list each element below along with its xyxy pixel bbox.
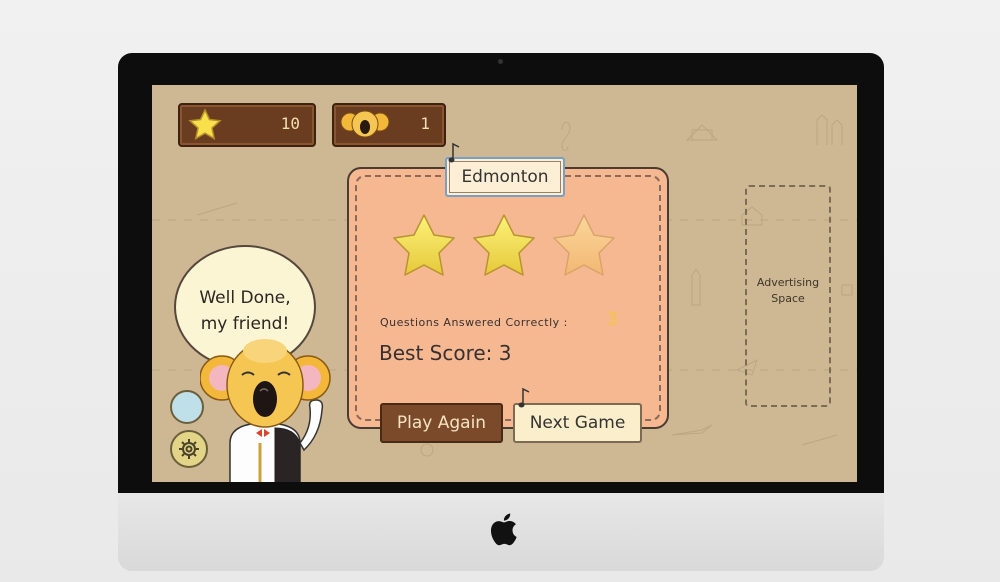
game-screen: 10 1 Edmonton Questions Answered Correct… [152, 85, 857, 482]
ad-line-1: Advertising [756, 276, 820, 289]
play-again-button[interactable]: Play Again [380, 403, 503, 443]
city-name-tag: Edmonton [445, 157, 565, 197]
camera-dot [498, 59, 503, 64]
rating-star-1 [393, 214, 455, 276]
star-rating [393, 214, 615, 276]
koala-counter-panel: 1 [332, 103, 446, 147]
questions-answered-value: 3 [607, 309, 618, 330]
stars-counter-value: 10 [280, 114, 300, 133]
rating-star-2 [473, 214, 535, 276]
koala-counter-value: 1 [420, 114, 430, 133]
best-score: Best Score: 3 [379, 341, 512, 365]
questions-answered-label: Questions Answered Correctly : [380, 316, 568, 329]
side-round-button[interactable] [170, 390, 204, 424]
ad-line-2: Space [771, 292, 805, 305]
stars-counter-panel: 10 [178, 103, 316, 147]
result-card [347, 167, 669, 429]
music-note-icon [518, 387, 530, 408]
music-note-icon [448, 142, 460, 163]
advertising-space: Advertising Space [745, 185, 831, 407]
rating-star-3 [553, 214, 615, 276]
koala-mascot [200, 339, 331, 482]
next-game-button[interactable]: Next Game [513, 403, 642, 443]
speech-line-1: Well Done, [199, 288, 291, 308]
speech-line-2: my friend! [200, 314, 290, 334]
koala-face-icon [340, 110, 390, 138]
apple-logo-icon [490, 513, 517, 546]
star-icon [188, 108, 222, 140]
monitor-chin [118, 493, 884, 571]
